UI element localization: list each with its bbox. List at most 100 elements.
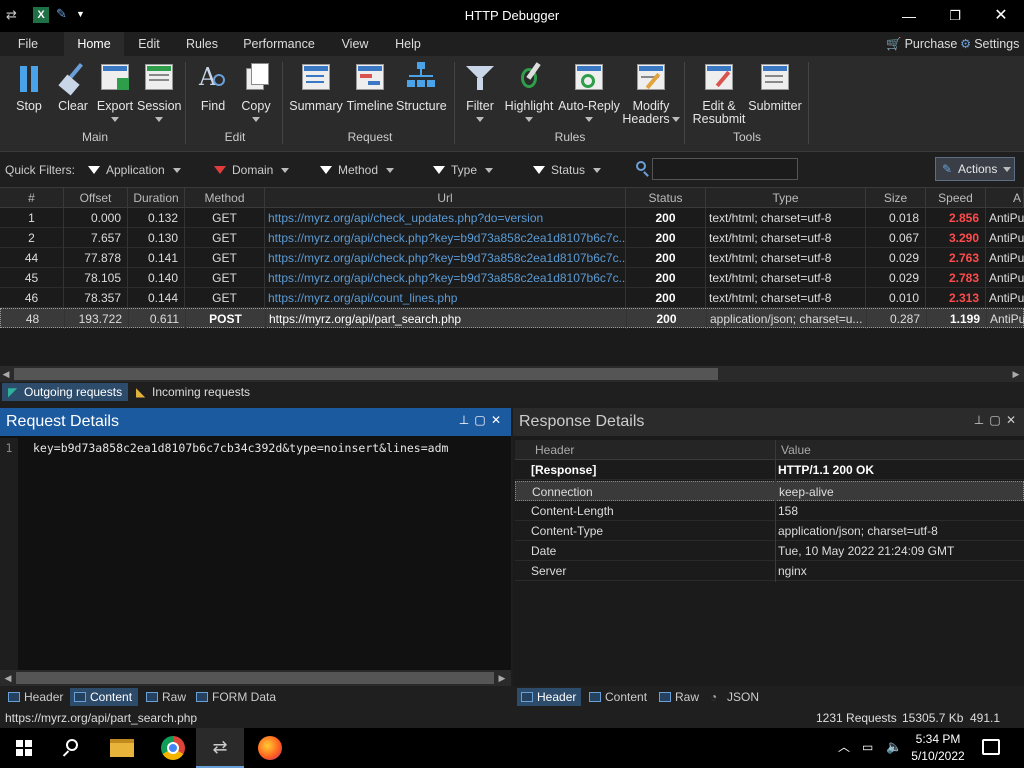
- req-tab-form-data[interactable]: FORM Data: [192, 688, 278, 706]
- pin-icon[interactable]: ⊥: [973, 414, 985, 426]
- search-input[interactable]: [652, 158, 798, 180]
- resp-tab-header[interactable]: Header: [517, 688, 581, 706]
- tab-outgoing-requests[interactable]: ◤ Outgoing requests: [2, 383, 128, 401]
- volume-icon[interactable]: 🔈: [886, 739, 902, 755]
- request-body-editor[interactable]: key=b9d73a858c2ea1d8107b6c7cb34c392d&typ…: [20, 438, 510, 676]
- menu-help[interactable]: Help: [390, 32, 426, 56]
- menu-performance[interactable]: Performance: [240, 32, 318, 56]
- structure-button[interactable]: Structure: [396, 60, 447, 113]
- http-debugger-taskbar-icon[interactable]: ⇄: [196, 728, 244, 768]
- col-status[interactable]: Status: [626, 188, 706, 208]
- actions-button[interactable]: ✎ Actions: [935, 157, 1015, 181]
- modify-headers-button[interactable]: Modify Headers: [622, 60, 680, 126]
- submitter-button[interactable]: Submitter: [746, 60, 804, 113]
- row-offset: 77.878: [64, 248, 128, 268]
- taskbar-search-icon[interactable]: [62, 739, 82, 757]
- close-icon[interactable]: ✕: [490, 414, 502, 426]
- menu-rules[interactable]: Rules: [182, 32, 222, 56]
- response-row[interactable]: Content-Length 158: [515, 501, 1024, 521]
- copy-button[interactable]: Copy: [238, 60, 274, 126]
- minimize-button[interactable]: —: [898, 8, 920, 24]
- scroll-right-arrow[interactable]: ▶: [1010, 368, 1022, 380]
- response-row[interactable]: [Response] HTTP/1.1 200 OK: [515, 460, 1024, 480]
- req-tab-raw[interactable]: Raw: [142, 688, 190, 706]
- stop-button[interactable]: Stop: [10, 60, 48, 113]
- scroll-right-arrow[interactable]: ▶: [496, 672, 508, 684]
- app-icon[interactable]: ⇄: [6, 7, 22, 23]
- col-value-label[interactable]: Value: [781, 440, 811, 460]
- excel-icon[interactable]: X: [33, 7, 49, 23]
- show-hidden-icons[interactable]: ︿: [838, 740, 852, 754]
- network-icon[interactable]: ▭: [862, 740, 878, 754]
- menu-home[interactable]: Home: [64, 32, 124, 56]
- col-offset[interactable]: Offset: [64, 188, 128, 208]
- filter-button[interactable]: Filter: [462, 60, 498, 126]
- quick-access-dropdown-icon[interactable]: ▼: [76, 9, 86, 19]
- table-row-selected[interactable]: 48 193.722 0.611 POST https://myrz.org/a…: [0, 308, 1024, 329]
- col-num[interactable]: #: [0, 188, 64, 208]
- col-method[interactable]: Method: [185, 188, 265, 208]
- table-row[interactable]: 44 77.878 0.141 GET https://myrz.org/api…: [0, 248, 1024, 268]
- col-type[interactable]: Type: [706, 188, 866, 208]
- maximize-icon[interactable]: ▢: [474, 414, 486, 426]
- settings-button[interactable]: ⚙ Settings: [960, 36, 1019, 52]
- response-row-selected[interactable]: Connection keep-alive: [515, 481, 1024, 501]
- menu-view[interactable]: View: [337, 32, 373, 56]
- menu-file[interactable]: File: [8, 32, 48, 56]
- close-button[interactable]: ✕: [990, 6, 1012, 26]
- col-speed[interactable]: Speed: [926, 188, 986, 208]
- pin-icon[interactable]: ⊥: [458, 414, 470, 426]
- clear-button[interactable]: Clear: [54, 60, 92, 113]
- session-button[interactable]: Session: [137, 60, 181, 126]
- resp-tab-content[interactable]: Content: [585, 688, 653, 706]
- export-button[interactable]: Export: [94, 60, 136, 126]
- timeline-button[interactable]: Timeline: [345, 60, 395, 113]
- highlight-button[interactable]: Highlight: [502, 60, 556, 126]
- table-horizontal-scrollbar[interactable]: ◀ ▶: [0, 366, 1024, 382]
- filter-application[interactable]: Application: [88, 161, 181, 179]
- filter-type[interactable]: Type: [433, 161, 494, 179]
- scroll-left-arrow[interactable]: ◀: [2, 672, 14, 684]
- restore-button[interactable]: ❐: [944, 8, 966, 24]
- clock-time[interactable]: 5:34 PM: [906, 732, 970, 746]
- response-row[interactable]: Server nginx: [515, 561, 1024, 581]
- maximize-icon[interactable]: ▢: [989, 414, 1001, 426]
- firefox-icon[interactable]: [258, 736, 282, 760]
- chrome-icon[interactable]: [161, 736, 185, 760]
- table-row[interactable]: 1 0.000 0.132 GET https://myrz.org/api/c…: [0, 208, 1024, 228]
- table-row[interactable]: 46 78.357 0.144 GET https://myrz.org/api…: [0, 288, 1024, 308]
- table-row[interactable]: 45 78.105 0.140 GET https://myrz.org/api…: [0, 268, 1024, 288]
- response-row[interactable]: Date Tue, 10 May 2022 21:24:09 GMT: [515, 541, 1024, 561]
- scroll-left-arrow[interactable]: ◀: [0, 368, 12, 380]
- windows-start-icon[interactable]: [16, 740, 32, 756]
- find-button[interactable]: A Find: [194, 60, 232, 113]
- filter-method[interactable]: Method: [320, 161, 395, 179]
- req-tab-header[interactable]: Header: [4, 688, 66, 706]
- col-app[interactable]: A: [986, 188, 1024, 208]
- close-icon[interactable]: ✕: [1005, 414, 1017, 426]
- response-row[interactable]: Content-Type application/json; charset=ut…: [515, 521, 1024, 541]
- notifications-icon[interactable]: [982, 739, 1000, 755]
- scroll-thumb[interactable]: [14, 368, 718, 380]
- scroll-thumb[interactable]: [16, 672, 494, 684]
- resp-tab-raw[interactable]: Raw: [655, 688, 703, 706]
- auto-reply-button[interactable]: Auto-Reply: [557, 60, 621, 126]
- filter-domain[interactable]: Domain: [214, 161, 290, 179]
- purchase-button[interactable]: 🛒 Purchase: [886, 36, 957, 52]
- col-duration[interactable]: Duration: [128, 188, 185, 208]
- summary-button[interactable]: Summary: [289, 60, 343, 113]
- col-header-label[interactable]: Header: [535, 440, 574, 460]
- menu-edit[interactable]: Edit: [132, 32, 166, 56]
- edit-resubmit-button[interactable]: Edit & Resubmit: [690, 60, 748, 126]
- clock-date[interactable]: 5/10/2022: [906, 749, 970, 763]
- col-url[interactable]: Url: [265, 188, 626, 208]
- filter-status[interactable]: Status: [533, 161, 602, 179]
- request-hscrollbar[interactable]: ◀ ▶: [0, 670, 511, 686]
- col-size[interactable]: Size: [866, 188, 926, 208]
- file-explorer-icon[interactable]: [110, 739, 134, 757]
- req-tab-content[interactable]: Content: [70, 688, 138, 706]
- tab-incoming-requests[interactable]: ◣ Incoming requests: [130, 383, 254, 401]
- table-row[interactable]: 2 7.657 0.130 GET https://myrz.org/api/c…: [0, 228, 1024, 248]
- brush-icon[interactable]: ✎: [56, 7, 70, 21]
- resp-tab-json[interactable]: ◔ JSON: [707, 688, 759, 706]
